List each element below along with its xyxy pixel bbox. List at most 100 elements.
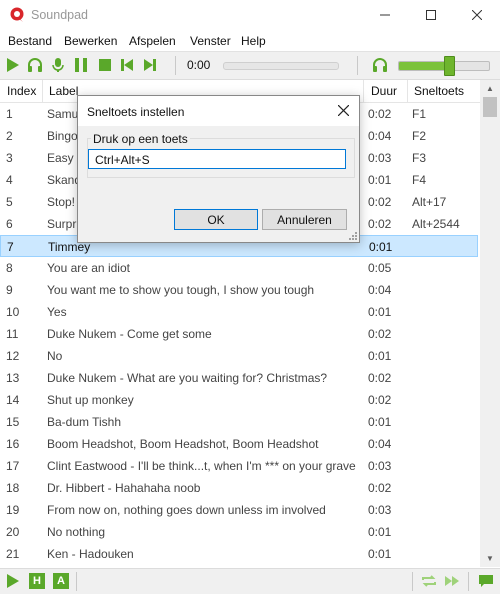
table-row[interactable]: 8 You are an idiot 0:05 bbox=[0, 257, 478, 279]
column-divider[interactable] bbox=[42, 80, 43, 102]
minimize-button[interactable] bbox=[362, 0, 408, 30]
repeat-icon[interactable] bbox=[421, 573, 437, 589]
row-index: 16 bbox=[6, 437, 20, 451]
table-row[interactable]: 9 You want me to show you tough, I show y… bbox=[0, 279, 478, 301]
row-duration: 0:03 bbox=[368, 151, 392, 165]
row-hotkey: Alt+2544 bbox=[412, 217, 460, 231]
row-index: 13 bbox=[6, 371, 20, 385]
column-header-hotkey[interactable]: Sneltoets bbox=[414, 84, 464, 98]
microphone-icon[interactable] bbox=[50, 57, 66, 73]
scroll-up-arrow-icon[interactable]: ▲ bbox=[480, 80, 500, 97]
close-button[interactable] bbox=[454, 0, 500, 30]
volume-slider-thumb[interactable] bbox=[443, 56, 455, 76]
autoplay-toggle-button[interactable]: A bbox=[53, 573, 69, 589]
maximize-button[interactable] bbox=[408, 0, 454, 30]
table-row[interactable]: 19 From now on, nothing goes down unless … bbox=[0, 499, 478, 521]
play-icon[interactable] bbox=[5, 573, 21, 589]
row-duration: 0:01 bbox=[368, 415, 392, 429]
scroll-down-arrow-icon[interactable]: ▼ bbox=[480, 550, 500, 567]
dialog-title: Sneltoets instellen bbox=[87, 105, 185, 119]
row-duration: 0:03 bbox=[368, 503, 392, 517]
menu-help[interactable]: Help bbox=[241, 34, 266, 48]
column-header-duration[interactable]: Duur bbox=[371, 84, 397, 98]
hotkeys-toggle-button[interactable]: H bbox=[29, 573, 45, 589]
previous-icon[interactable] bbox=[119, 57, 135, 73]
next-icon[interactable] bbox=[142, 57, 158, 73]
toolbar-separator bbox=[357, 56, 358, 75]
row-index: 7 bbox=[7, 240, 14, 254]
pause-icon[interactable] bbox=[73, 57, 89, 73]
row-index: 5 bbox=[6, 195, 13, 209]
headphones-icon[interactable] bbox=[27, 57, 43, 73]
menu-venster[interactable]: Venster bbox=[190, 34, 231, 48]
hotkey-input[interactable]: Ctrl+Alt+S bbox=[88, 149, 346, 169]
menu-afspelen[interactable]: Afspelen bbox=[129, 34, 176, 48]
row-duration: 0:04 bbox=[368, 283, 392, 297]
table-row[interactable]: 13 Duke Nukem - What are you waiting for?… bbox=[0, 367, 478, 389]
row-duration: 0:01 bbox=[368, 349, 392, 363]
row-index: 2 bbox=[6, 129, 13, 143]
table-row[interactable]: 18 Dr. Hibbert - Hahahaha noob 0:02 bbox=[0, 477, 478, 499]
chat-icon[interactable] bbox=[478, 573, 494, 589]
row-duration: 0:02 bbox=[368, 107, 392, 121]
stop-icon[interactable] bbox=[97, 57, 113, 73]
scrollbar-thumb[interactable] bbox=[483, 97, 497, 117]
volume-fill bbox=[399, 62, 449, 70]
table-row[interactable]: 20 No nothing 0:01 bbox=[0, 521, 478, 543]
row-label: You are an idiot bbox=[47, 261, 130, 275]
row-label: Ba-dum Tishh bbox=[47, 415, 122, 429]
row-index: 6 bbox=[6, 217, 13, 231]
menu-bar: Bestand Bewerken Afspelen Venster Help bbox=[0, 31, 500, 50]
vertical-scrollbar[interactable]: ▲ ▼ bbox=[480, 80, 500, 567]
volume-headphones-icon[interactable] bbox=[372, 57, 388, 73]
menu-bestand[interactable]: Bestand bbox=[8, 34, 52, 48]
ok-button[interactable]: OK bbox=[174, 209, 258, 230]
maximize-icon bbox=[426, 10, 436, 20]
menu-bewerken[interactable]: Bewerken bbox=[64, 34, 117, 48]
dialog-close-button[interactable] bbox=[333, 100, 353, 120]
hotkey-group-label: Druk op een toets bbox=[91, 132, 190, 146]
row-label: Duke Nukem - What are you waiting for? C… bbox=[47, 371, 328, 385]
playback-progress-bar[interactable] bbox=[223, 62, 339, 70]
fast-forward-icon[interactable] bbox=[444, 573, 460, 589]
row-duration: 0:03 bbox=[368, 459, 392, 473]
row-duration: 0:02 bbox=[368, 371, 392, 385]
hotkey-dialog: Sneltoets instellen Druk op een toets Ct… bbox=[77, 95, 360, 243]
row-index: 17 bbox=[6, 459, 20, 473]
row-index: 9 bbox=[6, 283, 13, 297]
row-hotkey: F1 bbox=[412, 107, 427, 121]
status-bar: H A bbox=[0, 568, 500, 594]
table-row[interactable]: 17 Clint Eastwood - I'll be think...t, wh… bbox=[0, 455, 478, 477]
row-index: 11 bbox=[6, 327, 19, 341]
table-row[interactable]: 10 Yes 0:01 bbox=[0, 301, 478, 323]
row-duration: 0:05 bbox=[368, 261, 392, 275]
window-title: Soundpad bbox=[31, 8, 89, 22]
player-toolbar: 0:00 bbox=[0, 51, 500, 80]
table-row[interactable]: 11 Duke Nukem - Come get some 0:02 bbox=[0, 323, 478, 345]
row-index: 12 bbox=[6, 349, 20, 363]
column-header-label[interactable]: Label bbox=[49, 84, 78, 98]
row-index: 4 bbox=[6, 173, 13, 187]
table-row[interactable]: 12 No 0:01 bbox=[0, 345, 478, 367]
row-label: Shut up monkey bbox=[47, 393, 134, 407]
column-header-index[interactable]: Index bbox=[7, 84, 36, 98]
status-separator bbox=[468, 572, 469, 591]
row-label: Boom Headshot, Boom Headshot, Boom Heads… bbox=[47, 437, 319, 451]
table-row[interactable]: 21 Ken - Hadouken 0:01 bbox=[0, 543, 478, 565]
row-duration: 0:01 bbox=[368, 173, 392, 187]
title-bar: Soundpad bbox=[0, 0, 500, 30]
row-label: Yes bbox=[47, 305, 67, 319]
column-divider[interactable] bbox=[363, 80, 364, 102]
column-divider[interactable] bbox=[407, 80, 408, 102]
row-label: You want me to show you tough, I show yo… bbox=[47, 283, 315, 297]
row-duration: 0:02 bbox=[368, 217, 392, 231]
table-row[interactable]: 14 Shut up monkey 0:02 bbox=[0, 389, 478, 411]
resize-grip-icon[interactable] bbox=[348, 231, 357, 240]
table-row[interactable]: 16 Boom Headshot, Boom Headshot, Boom Hea… bbox=[0, 433, 478, 455]
cancel-button[interactable]: Annuleren bbox=[262, 209, 347, 230]
row-duration: 0:02 bbox=[368, 195, 392, 209]
play-icon[interactable] bbox=[5, 57, 21, 73]
row-duration: 0:02 bbox=[368, 327, 392, 341]
table-row[interactable]: 15 Ba-dum Tishh 0:01 bbox=[0, 411, 478, 433]
close-icon bbox=[337, 104, 349, 116]
